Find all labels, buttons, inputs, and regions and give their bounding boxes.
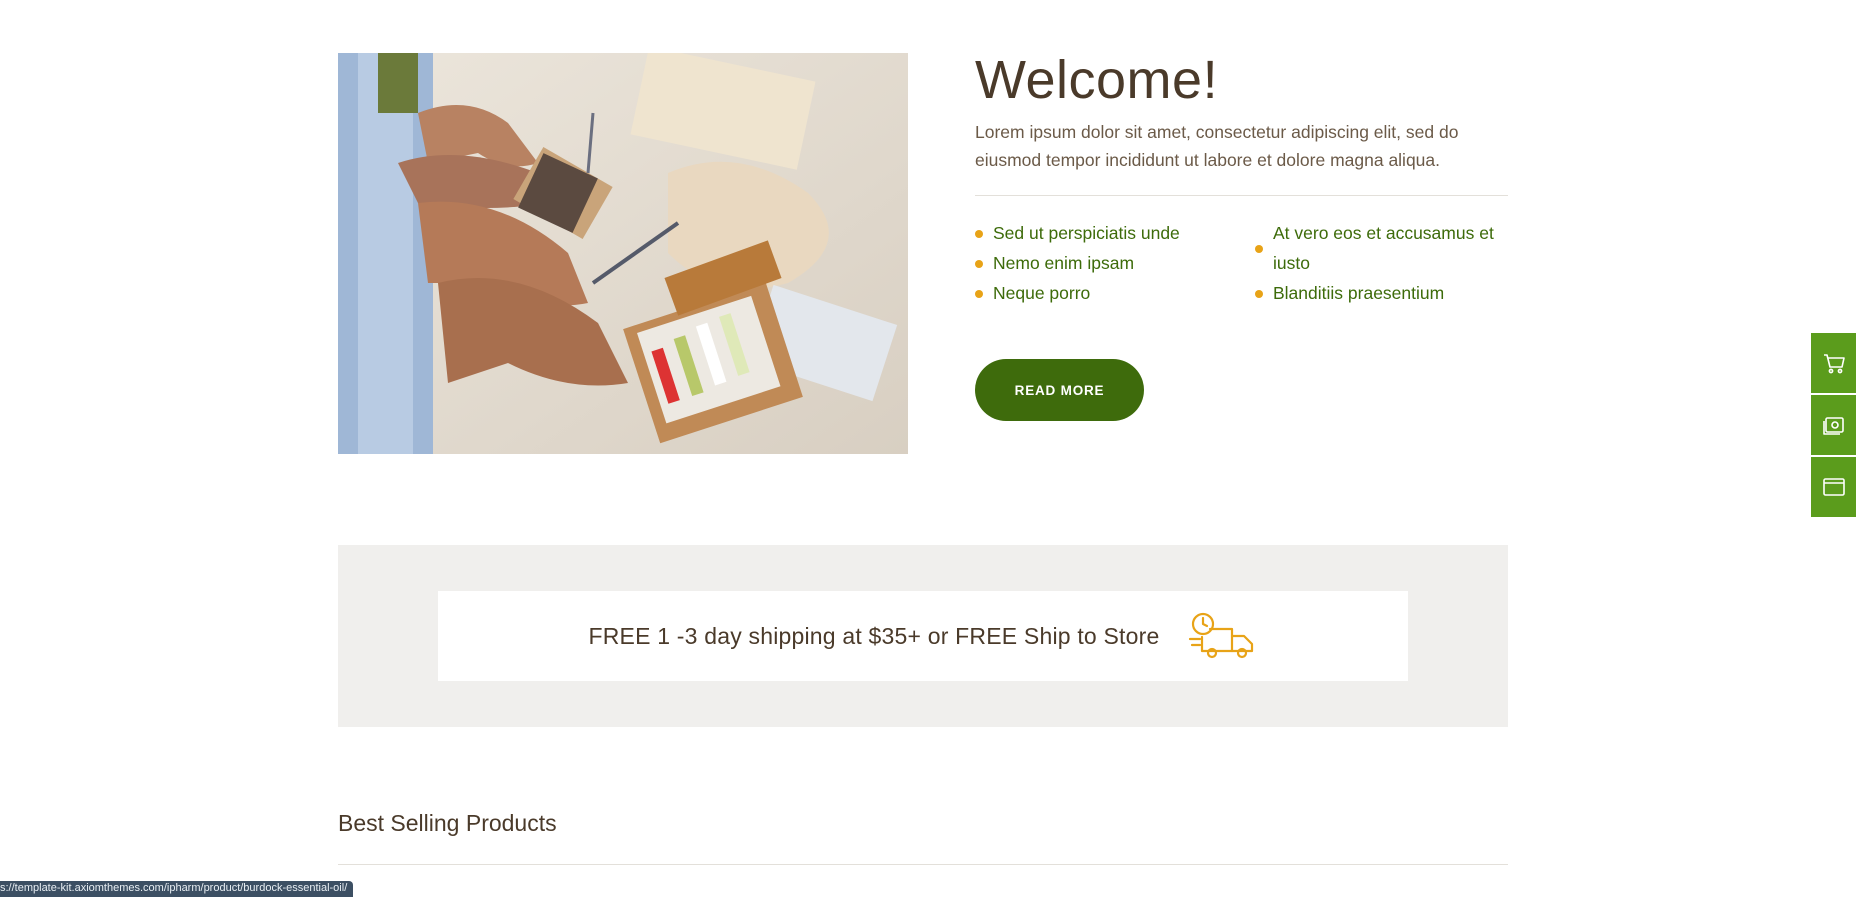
list-item: Nemo enim ipsam (975, 248, 1255, 278)
feature-lists: Sed ut perspiciatis unde Nemo enim ipsam… (975, 218, 1508, 308)
shipping-card: FREE 1 -3 day shipping at $35+ or FREE S… (438, 591, 1408, 681)
window-icon (1822, 478, 1845, 496)
bullet-icon (1255, 290, 1263, 298)
shipping-banner: FREE 1 -3 day shipping at $35+ or FREE S… (338, 545, 1508, 727)
read-more-button[interactable]: READ MORE (975, 359, 1144, 421)
bullet-icon (975, 230, 983, 238)
welcome-title: Welcome! (975, 50, 1219, 110)
hero-image (338, 53, 908, 454)
bullet-icon (1255, 245, 1263, 253)
cart-icon (1823, 354, 1845, 374)
welcome-description: Lorem ipsum dolor sit amet, consectetur … (975, 122, 1459, 170)
delivery-truck-icon (1188, 612, 1253, 659)
list-item: Blanditiis praesentium (1255, 278, 1508, 308)
bullet-icon (975, 260, 983, 268)
welcome-section: Welcome! Lorem ipsum dolor sit amet, con… (975, 48, 1508, 421)
best-selling-title: Best Selling Products (338, 810, 557, 836)
side-cart-button[interactable] (1811, 333, 1856, 395)
side-widget (1811, 333, 1856, 519)
side-window-button[interactable] (1811, 457, 1856, 519)
list-item: At vero eos et accusamus et iusto (1255, 218, 1508, 278)
hero-photo (338, 53, 908, 454)
list-item: Sed ut perspiciatis unde (975, 218, 1255, 248)
feature-list-right: At vero eos et accusamus et iusto Blandi… (1255, 218, 1508, 308)
feature-list-left: Sed ut perspiciatis unde Nemo enim ipsam… (975, 218, 1255, 308)
list-item: Neque porro (975, 278, 1255, 308)
bullet-icon (975, 290, 983, 298)
section-divider (975, 195, 1508, 196)
gallery-icon (1822, 417, 1844, 435)
section-divider (338, 864, 1508, 865)
shipping-text: FREE 1 -3 day shipping at $35+ or FREE S… (588, 622, 1160, 649)
side-gallery-button[interactable] (1811, 395, 1856, 457)
status-bar-url: s://template-kit.axiomthemes.com/ipharm/… (0, 881, 354, 897)
